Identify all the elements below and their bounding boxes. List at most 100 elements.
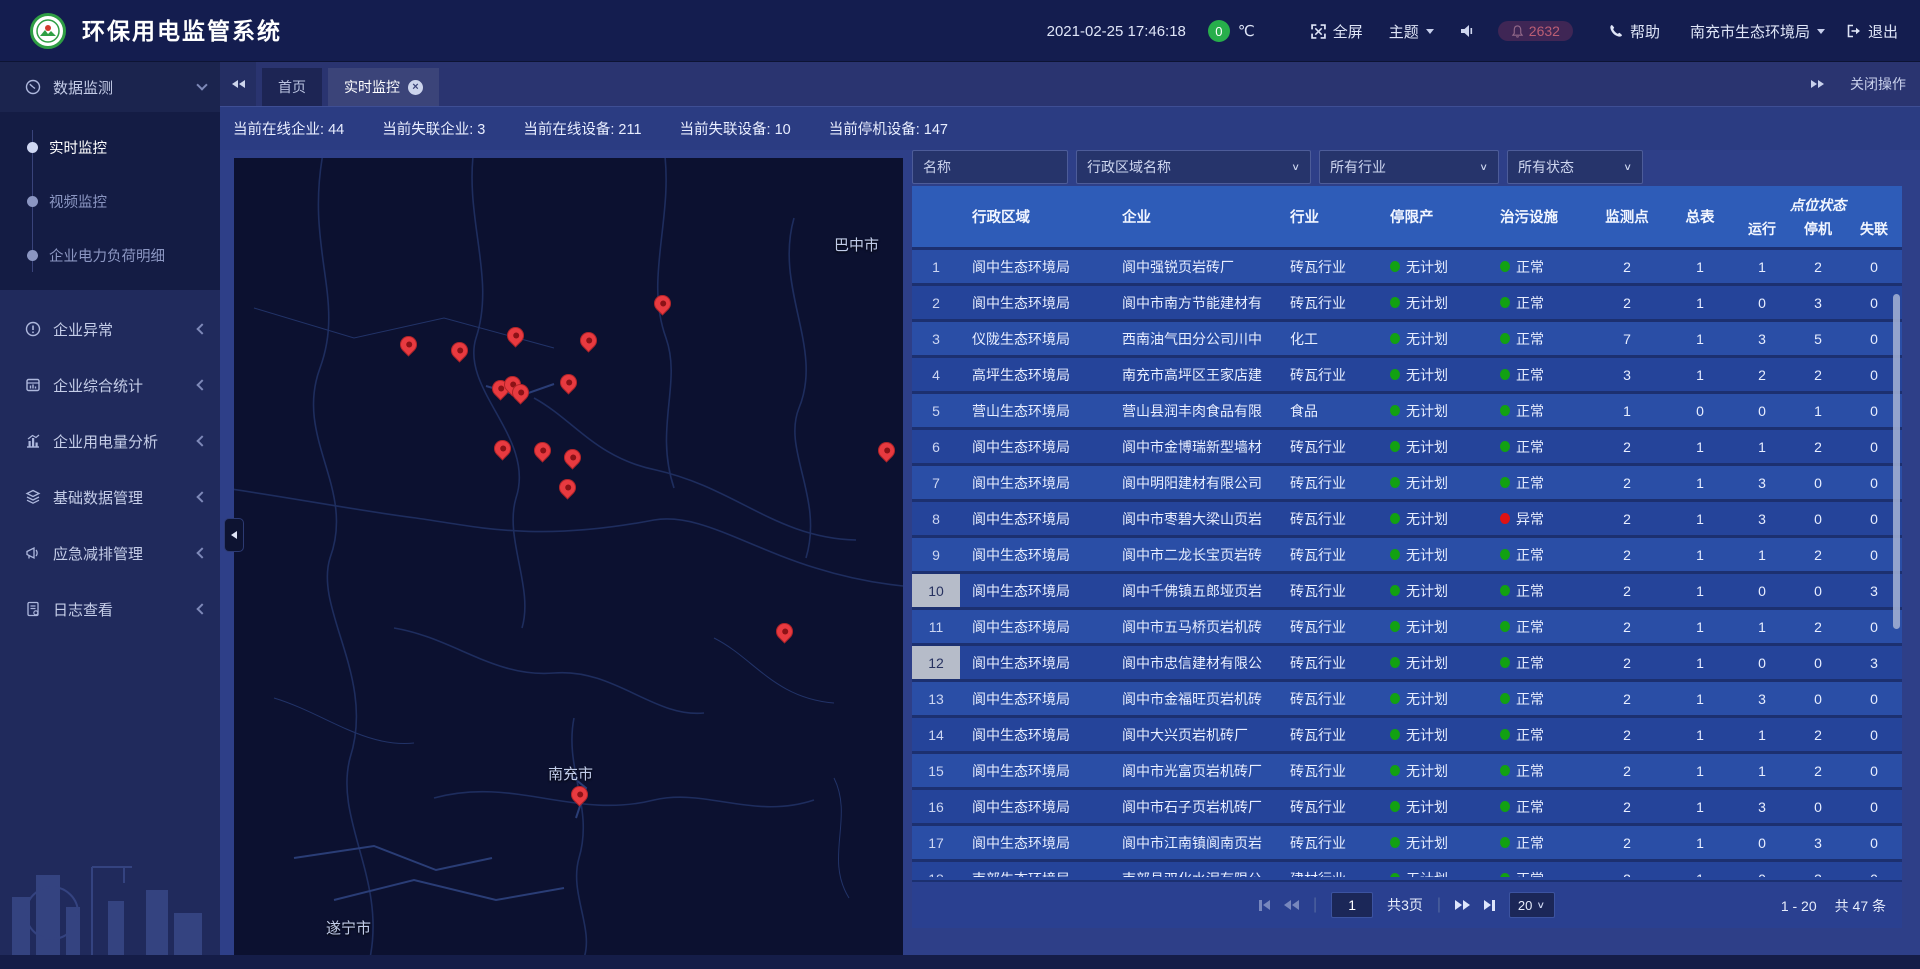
cell-company: 阆中市光富页岩机砖厂 (1110, 754, 1278, 787)
sidebar-group-base-data[interactable]: 基础数据管理 (0, 469, 220, 525)
chevron-left-icon (196, 491, 207, 502)
cell-region: 阆中生态环境局 (960, 790, 1110, 823)
cell-monitor: 2 (1588, 466, 1666, 499)
fullscreen-button[interactable]: 全屏 (1311, 21, 1363, 42)
notifications-button[interactable]: 2632 (1498, 21, 1573, 41)
cell-industry: 砖瓦行业 (1278, 466, 1378, 499)
sidebar-group-emergency-reduction[interactable]: 应急减排管理 (0, 525, 220, 581)
table-row[interactable]: 3 仪陇生态环境局 西南油气田分公司川中 化工 无计划 正常 (912, 322, 1902, 358)
logout-button[interactable]: 退出 (1847, 21, 1898, 42)
cell-stopped: 0 (1790, 646, 1846, 679)
table-row[interactable]: 18 南部生态环境局 南部县双化水泥有限公 建材行业 无计划 正常 (912, 862, 1902, 877)
map-collapse-handle[interactable] (224, 518, 244, 552)
table-row[interactable]: 12 阆中生态环境局 阆中市忠信建材有限公 砖瓦行业 无计划 正常 (912, 646, 1902, 682)
stat-item: 当前失联企业: 3 (382, 118, 485, 139)
cell-monitor: 2 (1588, 430, 1666, 463)
status-dot (1500, 441, 1510, 452)
row-index: 13 (912, 682, 960, 715)
cell-lost: 0 (1846, 250, 1902, 283)
table-row[interactable]: 14 阆中生态环境局 阆中大兴页岩机砖厂 砖瓦行业 无计划 正常 (912, 718, 1902, 754)
help-button[interactable]: 帮助 (1609, 21, 1660, 42)
sidebar-group-data-monitoring[interactable]: 数据监测 (0, 62, 220, 112)
status-dot (1390, 477, 1400, 488)
status-dot (1500, 765, 1510, 776)
table-row[interactable]: 11 阆中生态环境局 阆中市五马桥页岩机砖 砖瓦行业 无计划 正常 (912, 610, 1902, 646)
table-row[interactable]: 7 阆中生态环境局 阆中明阳建材有限公司 砖瓦行业 无计划 正常 (912, 466, 1902, 502)
cell-meter: 1 (1666, 574, 1734, 607)
row-index: 5 (912, 394, 960, 427)
last-page-button[interactable] (1484, 900, 1495, 911)
prev-page-button[interactable] (1284, 900, 1299, 910)
row-index: 8 (912, 502, 960, 535)
app-logo-icon (30, 13, 66, 49)
tab-realtime-monitoring[interactable]: 实时监控 × (328, 68, 439, 106)
enterprise-panel: 行政区域名称 ∨ 所有行业 ∨ 所有状态 ∨ 行政区域 企业 行业 (912, 150, 1902, 928)
status-dot (1390, 261, 1400, 272)
table-row[interactable]: 9 阆中生态环境局 阆中市二龙长宝页岩砖 砖瓦行业 无计划 正常 (912, 538, 1902, 574)
cell-monitor: 2 (1588, 610, 1666, 643)
table-row[interactable]: 17 阆中生态环境局 阆中市江南镇阆南页岩 砖瓦行业 无计划 正常 (912, 826, 1902, 862)
cell-region: 高坪生态环境局 (960, 358, 1110, 391)
cell-region: 阆中生态环境局 (960, 430, 1110, 463)
industry-select[interactable]: 所有行业 ∨ (1319, 150, 1499, 184)
page-number-input[interactable] (1331, 892, 1373, 918)
cell-stop-plan: 无计划 (1378, 862, 1488, 877)
table-row[interactable]: 1 阆中生态环境局 阆中强锐页岩砖厂 砖瓦行业 无计划 正常 (912, 250, 1902, 286)
sidebar-group-power-analysis[interactable]: 企业用电量分析 (0, 413, 220, 469)
sidebar-group-enterprise-abnormal[interactable]: 企业异常 (0, 301, 220, 357)
cell-stopped: 0 (1790, 682, 1846, 715)
notification-count: 2632 (1529, 23, 1560, 39)
table-row[interactable]: 16 阆中生态环境局 阆中市石子页岩机砖厂 砖瓦行业 无计划 正常 (912, 790, 1902, 826)
org-menu-button[interactable]: 南充市生态环境局 (1690, 21, 1825, 42)
next-page-button[interactable] (1455, 900, 1470, 910)
status-dot (1500, 729, 1510, 740)
table-row[interactable]: 2 阆中生态环境局 阆中市南方节能建材有 砖瓦行业 无计划 正常 (912, 286, 1902, 322)
first-page-button[interactable] (1259, 900, 1270, 911)
sidebar-item-power-load-detail[interactable]: 企业电力负荷明细 (0, 228, 220, 282)
sidebar-item-video-monitoring[interactable]: 视频监控 (0, 174, 220, 228)
status-dot (1500, 801, 1510, 812)
sidebar-group-enterprise-stats[interactable]: 企业综合统计 (0, 357, 220, 413)
city-label: 巴中市 (834, 234, 879, 255)
sound-toggle-button[interactable] (1460, 24, 1474, 38)
stat-item: 当前停机设备: 147 (829, 118, 948, 139)
table-row[interactable]: 4 高坪生态环境局 南充市高坪区王家店建 砖瓦行业 无计划 正常 (912, 358, 1902, 394)
status-select[interactable]: 所有状态 ∨ (1507, 150, 1643, 184)
cell-company: 营山县润丰肉食品有限 (1110, 394, 1278, 427)
close-tab-icon[interactable]: × (408, 80, 423, 95)
status-dot (1500, 693, 1510, 704)
tabs-scroll-left-button[interactable] (220, 62, 256, 106)
tab-home[interactable]: 首页 (262, 68, 322, 106)
col-monitor: 监测点 (1588, 186, 1666, 247)
cell-meter: 1 (1666, 718, 1734, 751)
page-size-select[interactable]: 20 ∨ (1509, 892, 1555, 918)
map-canvas[interactable]: 巴中市 南充市 遂宁市 (234, 158, 903, 955)
theme-menu-button[interactable]: 主题 (1389, 21, 1434, 42)
table-row[interactable]: 13 阆中生态环境局 阆中市金福旺页岩机砖 砖瓦行业 无计划 正常 (912, 682, 1902, 718)
cell-region: 阆中生态环境局 (960, 610, 1110, 643)
table-scrollbar[interactable] (1893, 294, 1900, 629)
table-row[interactable]: 6 阆中生态环境局 阆中市金博瑞新型墙材 砖瓦行业 无计划 正常 (912, 430, 1902, 466)
table-row[interactable]: 10 阆中生态环境局 阆中千佛镇五郎垭页岩 砖瓦行业 无计划 正常 (912, 574, 1902, 610)
status-dot (1390, 585, 1400, 596)
name-search-input[interactable] (912, 150, 1068, 184)
region-select[interactable]: 行政区域名称 ∨ (1076, 150, 1311, 184)
table-row[interactable]: 15 阆中生态环境局 阆中市光富页岩机砖厂 砖瓦行业 无计划 正常 (912, 754, 1902, 790)
cell-company: 阆中市石子页岩机砖厂 (1110, 790, 1278, 823)
table-row[interactable]: 5 营山生态环境局 营山县润丰肉食品有限 食品 无计划 正常 (912, 394, 1902, 430)
cell-stopped: 2 (1790, 754, 1846, 787)
divider: | (1313, 896, 1317, 914)
cell-facility: 正常 (1488, 826, 1588, 859)
cell-industry: 食品 (1278, 394, 1378, 427)
status-dot (1500, 873, 1510, 877)
col-facility: 治污设施 (1488, 186, 1588, 247)
cell-stop-plan: 无计划 (1378, 286, 1488, 319)
tabs-scroll-right-button[interactable] (1811, 80, 1824, 88)
bottom-strip (0, 955, 1920, 969)
close-operations-button[interactable]: 关闭操作 (1850, 74, 1906, 94)
sidebar-group-log-view[interactable]: 日志查看 (0, 581, 220, 637)
cell-region: 阆中生态环境局 (960, 754, 1110, 787)
cell-run: 3 (1734, 502, 1790, 535)
sidebar-item-realtime-monitoring[interactable]: 实时监控 (0, 120, 220, 174)
table-row[interactable]: 8 阆中生态环境局 阆中市枣碧大梁山页岩 砖瓦行业 无计划 异常 (912, 502, 1902, 538)
